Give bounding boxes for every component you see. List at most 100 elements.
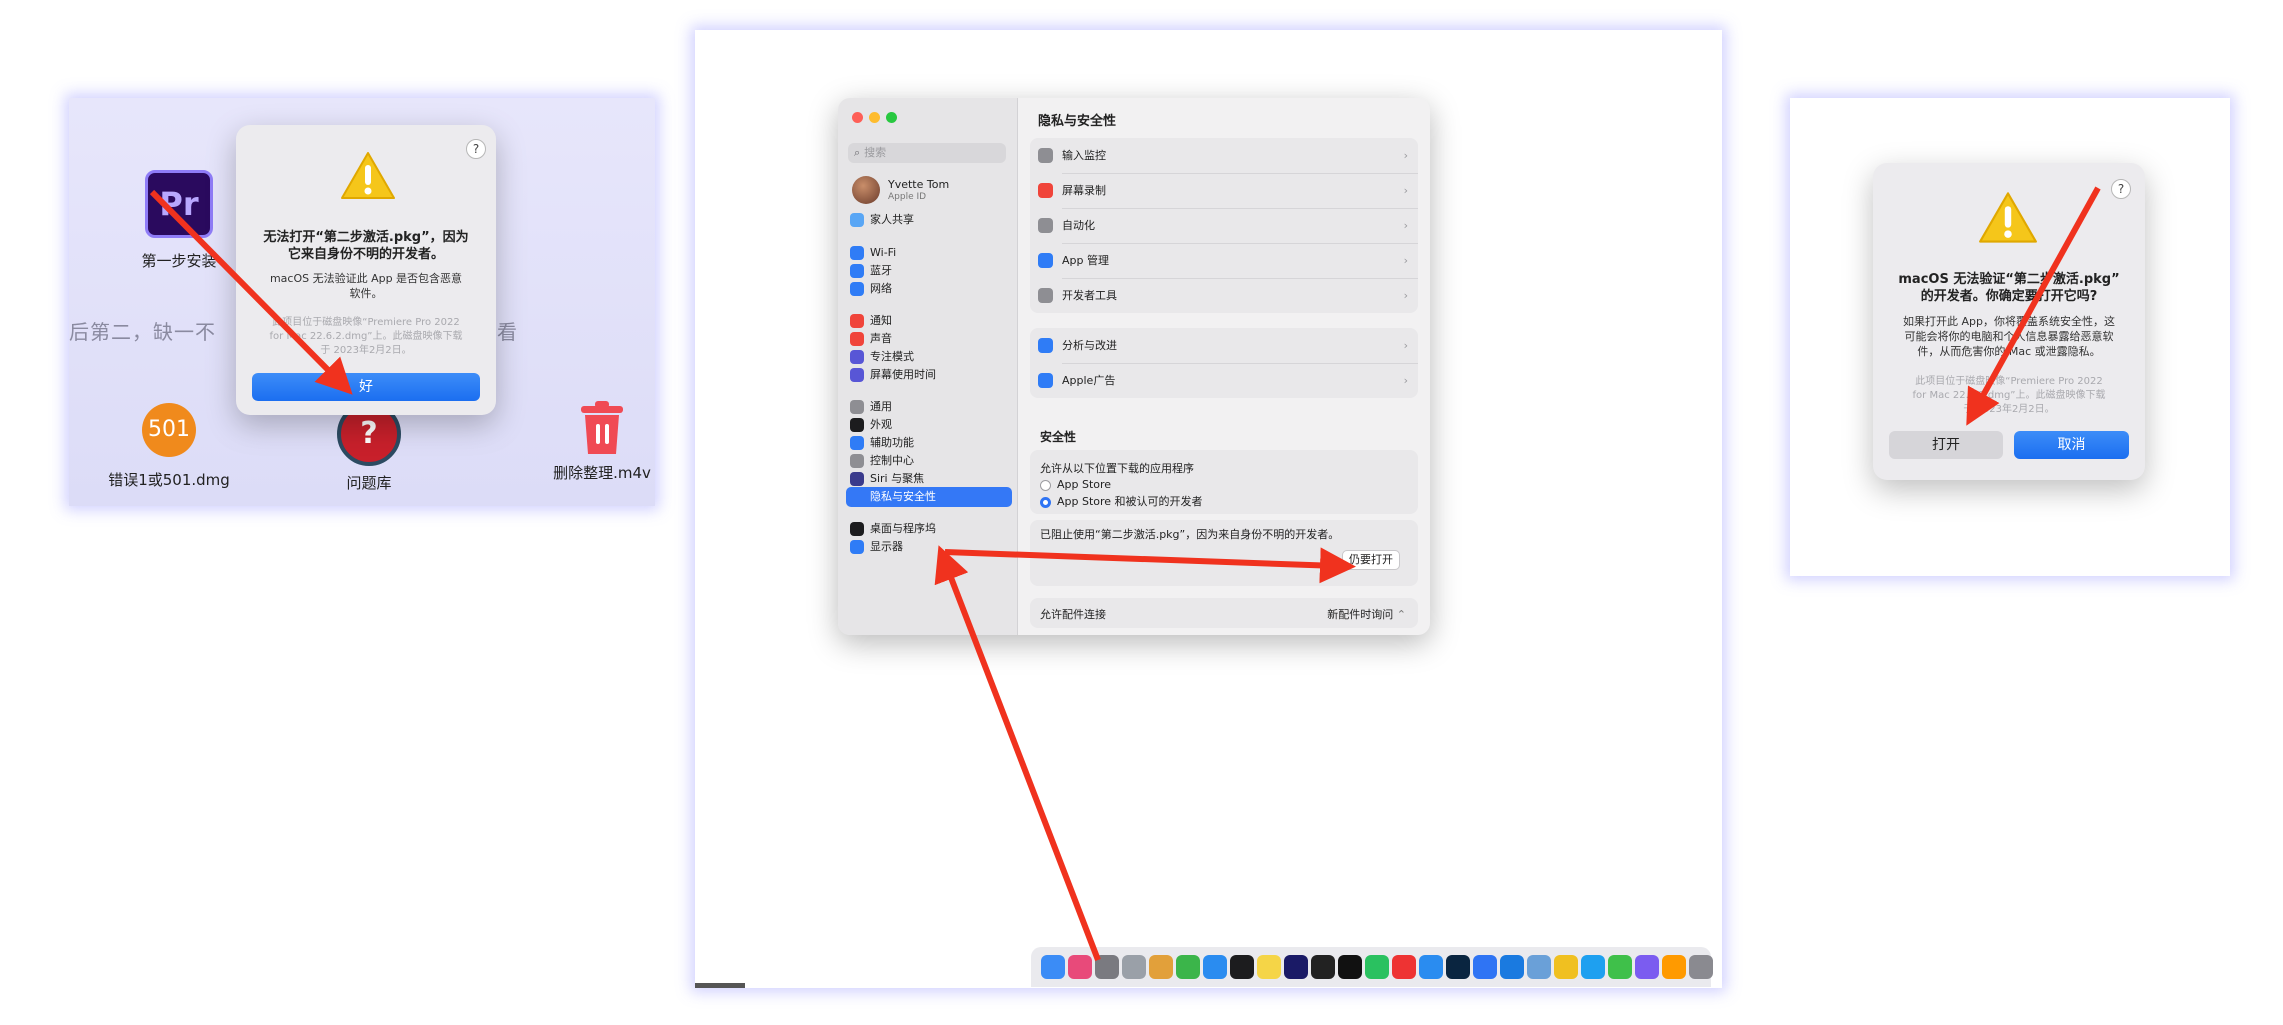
accessory-group: 允许配件连接 新配件时询问 ⌃ — [1030, 598, 1418, 628]
help-button[interactable]: ? — [466, 139, 486, 159]
settings-row[interactable]: 输入监控 › — [1030, 138, 1418, 173]
middle-screenshot-panel: ⌕ 搜索 Yvette Tom Apple ID 家人共享 Wi-Fi 蓝牙 网络 通知声… — [695, 30, 1722, 988]
dock-app-icon[interactable] — [1446, 955, 1470, 979]
sidebar-item-label: 辅助功能 — [870, 436, 914, 449]
updown-chevron-icon: ⌃ — [1396, 608, 1406, 621]
dialog-note-line: 于 2023年2月2日。 — [320, 345, 412, 356]
avatar[interactable] — [852, 176, 880, 204]
row-separator — [1062, 243, 1418, 244]
settings-row-label: Apple广告 — [1062, 374, 1116, 387]
chevron-right-icon: › — [1403, 289, 1408, 302]
search-input[interactable]: ⌕ 搜索 — [848, 143, 1006, 163]
sidebar-item[interactable]: Wi-Fi — [850, 243, 1008, 263]
sidebar-item-icon — [850, 472, 864, 486]
settings-row[interactable]: 自动化 › — [1030, 208, 1418, 243]
ok-button[interactable]: 好 — [252, 373, 480, 401]
sidebar-item-icon — [850, 282, 864, 296]
sidebar-item-label: 隐私与安全性 — [870, 490, 936, 503]
desktop-icon-error-dmg[interactable]: 501 错误1或501.dmg — [89, 403, 249, 490]
analytics-group: 分析与改进 › Apple广告 › — [1030, 328, 1418, 398]
radio-app-store-identified[interactable]: App Store 和被认可的开发者 — [1040, 493, 1203, 509]
open-anyway-button[interactable]: 仍要打开 — [1342, 550, 1400, 570]
dock-app-icon[interactable] — [1554, 955, 1578, 979]
sidebar-item[interactable]: 网络 — [850, 279, 1008, 299]
accessory-select[interactable]: 新配件时询问 ⌃ — [1327, 606, 1406, 622]
dock-app-icon[interactable] — [1365, 955, 1389, 979]
dock-app-icon[interactable] — [1257, 955, 1281, 979]
sidebar-item[interactable]: 家人共享 — [850, 210, 1008, 230]
cancel-button[interactable]: 取消 — [2014, 431, 2129, 459]
radio-app-store[interactable]: App Store — [1040, 478, 1111, 491]
sidebar-item[interactable]: Siri 与聚焦 — [850, 469, 1008, 489]
dock-app-icon[interactable] — [1176, 955, 1200, 979]
settings-row[interactable]: App 管理 › — [1030, 243, 1418, 278]
radio-button-selected[interactable] — [1040, 496, 1051, 508]
dock-app-icon[interactable] — [1041, 955, 1065, 979]
dialog-message: 如果打开此 App，你将覆盖系统安全性，这 可能会将你的电脑和个人信息暴露给恶意… — [1873, 314, 2145, 359]
left-screenshot-panel: Pr 第一步安装 后第二，缺一不 看 501 错误1或501.dmg ? 问题库… — [69, 98, 655, 506]
dock-app-icon[interactable] — [1419, 955, 1443, 979]
dock-app-icon[interactable] — [1284, 955, 1308, 979]
settings-row[interactable]: 屏幕录制 › — [1030, 173, 1418, 208]
settings-row[interactable]: 分析与改进 › — [1030, 328, 1418, 363]
sidebar-item[interactable]: 蓝牙 — [850, 261, 1008, 281]
dock-app-icon[interactable] — [1338, 955, 1362, 979]
dock-app-icon[interactable] — [1095, 955, 1119, 979]
sidebar-item[interactable]: 通用 — [850, 397, 1008, 417]
dock-app-icon[interactable] — [1392, 955, 1416, 979]
sidebar-item-label: Siri 与聚焦 — [870, 472, 925, 485]
sidebar-item[interactable]: 外观 — [850, 415, 1008, 435]
desktop-icon-delete-m4v[interactable]: 删除整理.m4v — [549, 400, 655, 483]
sidebar-item[interactable]: 辅助功能 — [850, 433, 1008, 453]
chevron-right-icon: › — [1403, 184, 1408, 197]
sidebar-item[interactable]: 声音 — [850, 329, 1008, 349]
blocked-app-group: 已阻止使用“第二步激活.pkg”，因为来自身份不明的开发者。 仍要打开 — [1030, 520, 1418, 586]
dock-app-icon[interactable] — [1662, 955, 1686, 979]
dialog-message-line: 件，从而危害你的 Mac 或泄露隐私。 — [1917, 345, 2101, 358]
dock-app-icon[interactable] — [1311, 955, 1335, 979]
user-name[interactable]: Yvette Tom — [888, 178, 949, 191]
dock-app-icon[interactable] — [1149, 955, 1173, 979]
dock-app-icon[interactable] — [1608, 955, 1632, 979]
dock-app-icon[interactable] — [1500, 955, 1524, 979]
sidebar-item[interactable]: 桌面与程序坞 — [850, 519, 1008, 539]
settings-row[interactable]: Apple广告 › — [1030, 363, 1418, 398]
settings-row[interactable]: 开发者工具 › — [1030, 278, 1418, 313]
sidebar-item-icon — [850, 436, 864, 450]
sidebar-item[interactable]: 隐私与安全性 — [846, 487, 1012, 507]
dock-app-icon[interactable] — [1230, 955, 1254, 979]
dock-app-icon[interactable] — [1068, 955, 1092, 979]
sidebar-item-label: 显示器 — [870, 540, 903, 553]
accessory-label: 允许配件连接 — [1040, 608, 1106, 621]
minimize-window-button[interactable] — [869, 112, 880, 123]
settings-row-label: 自动化 — [1062, 219, 1095, 232]
help-button[interactable]: ? — [2111, 179, 2131, 199]
sidebar-item[interactable]: 显示器 — [850, 537, 1008, 557]
dock-app-icon[interactable] — [1203, 955, 1227, 979]
scrollbar[interactable] — [695, 983, 745, 988]
open-button[interactable]: 打开 — [1889, 431, 2003, 459]
radio-button[interactable] — [1040, 479, 1051, 491]
dialog-note: 此项目位于磁盘映像“Premiere Pro 2022 for Mac 22.6… — [1873, 375, 2145, 417]
zoom-window-button[interactable] — [886, 112, 897, 123]
sidebar-item-icon — [850, 246, 864, 260]
sidebar-item[interactable]: 控制中心 — [850, 451, 1008, 471]
dock-app-icon[interactable] — [1527, 955, 1551, 979]
dialog-message: macOS 无法验证此 App 是否包含恶意 软件。 — [236, 271, 496, 301]
dock-app-icon[interactable] — [1473, 955, 1497, 979]
background-text: 后第二，缺一不 — [69, 320, 216, 344]
sidebar-item-icon — [850, 454, 864, 468]
sidebar-item[interactable]: 专注模式 — [850, 347, 1008, 367]
desktop-icon-install[interactable]: Pr 第一步安装 — [109, 170, 249, 271]
dock-app-icon[interactable] — [1689, 955, 1713, 979]
chevron-right-icon: › — [1403, 254, 1408, 267]
sidebar-item[interactable]: 通知 — [850, 311, 1008, 331]
sidebar-item[interactable]: 屏幕使用时间 — [850, 365, 1008, 385]
allow-label: 允许从以下位置下载的应用程序 — [1040, 462, 1194, 475]
dock-app-icon[interactable] — [1122, 955, 1146, 979]
desktop-icon-faq[interactable]: ? 问题库 — [309, 402, 429, 493]
dock-app-icon[interactable] — [1635, 955, 1659, 979]
system-settings-window: ⌕ 搜索 Yvette Tom Apple ID 家人共享 Wi-Fi 蓝牙 网络 通知声… — [838, 98, 1430, 635]
dock-app-icon[interactable] — [1581, 955, 1605, 979]
close-window-button[interactable] — [852, 112, 863, 123]
